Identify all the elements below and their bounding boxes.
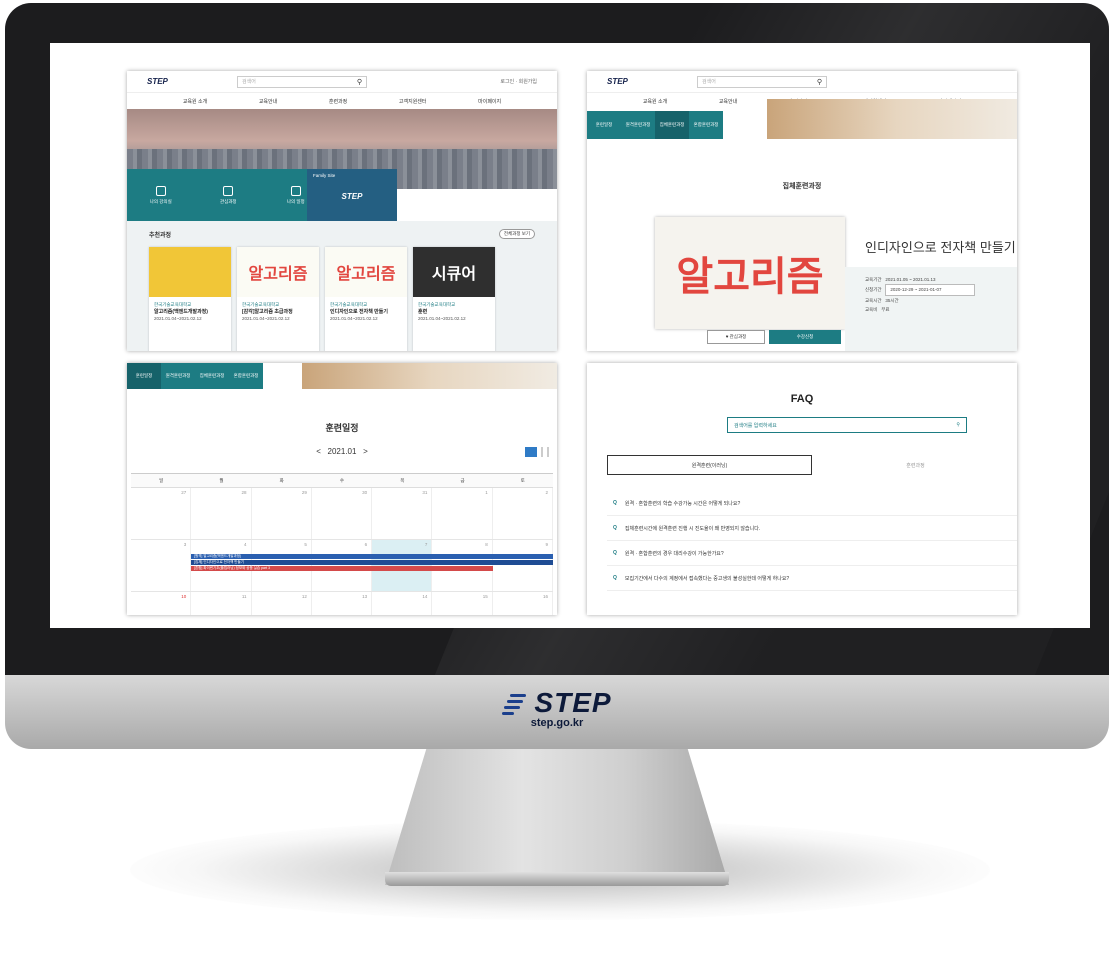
question-icon: Q <box>613 575 617 581</box>
current-month: 2021.01 <box>327 447 357 456</box>
tab-schedule[interactable]: 훈련일정 <box>127 363 161 389</box>
step-logo-icon <box>502 690 528 716</box>
calendar-week: 10 11 12 13 14 15 16 <box>131 592 553 615</box>
course-card[interactable]: 한국기술교육대학교 알고리즘(백엔드개발과정) 2021.01.04~2021.02… <box>149 247 231 351</box>
prev-month-button[interactable]: < <box>316 447 321 456</box>
nav-item[interactable]: 교육안내 <box>719 98 737 105</box>
sub-tabs: 훈련일정 원격훈련과정 집체훈련과정 혼합훈련과정 <box>587 111 723 139</box>
banner-image <box>767 99 1017 139</box>
search-input[interactable]: 검색어 ⚲ <box>237 75 367 88</box>
nav-item[interactable]: 고객지원센터 <box>399 98 427 105</box>
month-navigator: < 2021.01 > <box>127 447 557 456</box>
schedule-panel: 훈련일정 원격훈련과정 집체훈련과정 혼합훈련과정 훈련일정 < 2021.01… <box>127 363 557 615</box>
bookmark-icon <box>223 185 234 196</box>
site-logo[interactable]: STEP <box>147 77 237 86</box>
monitor-mockup: STEP 검색어 ⚲ 로그인 · 회원가입 교육원 소개 교육안내 훈련과정 고… <box>0 0 1114 954</box>
tab-course-faq[interactable]: 훈련과정 <box>814 455 1017 475</box>
nav-item[interactable]: 교육원 소개 <box>183 98 207 105</box>
course-thumbnail: 시큐어 <box>413 247 495 297</box>
tab-online[interactable]: 원격훈련과정 <box>621 111 655 139</box>
tab-blended[interactable]: 혼합훈련과정 <box>689 111 723 139</box>
tab-online[interactable]: 원격훈련과정 <box>161 363 195 389</box>
sub-tabs: 훈련일정 원격훈련과정 집체훈련과정 혼합훈련과정 <box>127 363 263 389</box>
more-button[interactable]: 전체과정 보기 <box>498 229 535 239</box>
section-title: 추천과정 <box>149 232 172 239</box>
course-thumbnail: 알고리즘 <box>325 247 407 297</box>
nav-item[interactable]: 교육안내 <box>259 98 277 105</box>
course-thumbnail: 알고리즘 <box>655 217 845 329</box>
faq-item[interactable]: Q 모집기간에서 다수의 계정에서 접속했다는 중고생의 불성실한데 어떻게 하나… <box>607 566 1017 591</box>
tab-blended[interactable]: 혼합훈련과정 <box>229 363 263 389</box>
tab-online-faq[interactable]: 원격훈련(이러닝) <box>607 455 812 475</box>
page-title: FAQ <box>790 393 814 405</box>
step-url: step.go.kr <box>530 717 584 729</box>
course-card[interactable]: 시큐어 한국기술교육대학교 훈련 2021.01.04~2021.02.12 <box>413 247 495 351</box>
home-page-panel: STEP 검색어 ⚲ 로그인 · 회원가입 교육원 소개 교육안내 훈련과정 고… <box>127 71 557 351</box>
faq-item[interactable]: Q 집체훈련시간에 원격훈련 진행 시 진도율이 왜 반영되지 않습니다. <box>607 516 1017 541</box>
page-title: 훈련일정 <box>325 423 359 433</box>
course-info: 교육기간 2021.01.05 ~ 2021.01.13 신청기간 2020-1… <box>845 267 1017 351</box>
quick-item[interactable]: 관심과정 <box>195 169 263 221</box>
calendar-week: 3456789 [원격] 알고리즘(백엔드개발과정) [집체] 인디자인으로 전… <box>131 540 553 592</box>
faq-search-input[interactable]: 검색어를 입력하세요 ⚲ <box>727 417 967 433</box>
nav-item[interactable]: 교육원 소개 <box>643 98 667 105</box>
quick-item[interactable]: 나의 강의실 <box>127 169 195 221</box>
search-input[interactable]: 검색어 ⚲ <box>697 75 827 88</box>
monitor-stand <box>385 749 729 885</box>
monitor-chin: STEP step.go.kr <box>5 675 1109 749</box>
monitor-base <box>385 872 729 886</box>
tab-offline[interactable]: 집체훈련과정 <box>655 111 689 139</box>
calendar-week: 27 28 29 30 31 1 2 <box>131 488 553 540</box>
page-title: 집체훈련과정 <box>782 183 822 190</box>
faq-tabs: 원격훈련(이러닝) 훈련과정 <box>607 455 1017 475</box>
nav-item[interactable]: 훈련과정 <box>329 98 347 105</box>
apply-button[interactable]: 수강신청 <box>769 330 841 344</box>
favorite-button[interactable]: ♥ 관심과정 <box>707 330 765 344</box>
calendar-event[interactable]: [집체] 인디자인으로 전자책 만들기 <box>191 560 553 565</box>
question-icon: Q <box>613 500 617 506</box>
next-month-button[interactable]: > <box>363 447 368 456</box>
recommended-section: 추천과정 전체과정 보기 한국기술교육대학교 알고리즘(백엔드개발과정) 2021.… <box>127 221 557 351</box>
calendar: 일월화수목금토 27 28 29 30 31 1 2 3456789 [원격] 알고리즘(백… <box>131 473 553 615</box>
calendar-icon <box>290 185 301 196</box>
search-icon[interactable]: ⚲ <box>357 78 362 86</box>
course-card[interactable]: 알고리즘 한국기술교육대학교 [감각]알고리즘 초급과정 2021.01.04~20… <box>237 247 319 351</box>
course-card[interactable]: 알고리즘 한국기술교육대학교 인디자인으로 전자책 만들기 2021.01.04~2… <box>325 247 407 351</box>
faq-item[interactable]: Q 원격 · 혼합훈련의 학습 수강가능 시간은 어떻게 되나요? <box>607 491 1017 516</box>
screen: STEP 검색어 ⚲ 로그인 · 회원가입 교육원 소개 교육안내 훈련과정 고… <box>50 43 1090 628</box>
faq-list: Q 원격 · 혼합훈련의 학습 수강가능 시간은 어떻게 되나요? Q 집체훈련시간… <box>607 491 1017 591</box>
classroom-icon <box>155 185 166 196</box>
nav-item[interactable]: 마이페이지 <box>478 98 501 105</box>
course-detail-panel: STEP 검색어 ⚲ 교육원 소개 교육안내 훈련과정 고객지원센터 마이페이지 <box>587 71 1017 351</box>
step-logo: STEP step.go.kr <box>5 687 1109 729</box>
family-site-box[interactable]: Family Site STEP <box>307 169 397 221</box>
site-logo[interactable]: STEP <box>607 77 697 86</box>
course-thumbnail: 알고리즘 <box>237 247 319 297</box>
calendar-event[interactable]: [원격] 알고리즘(백엔드개발과정) <box>191 554 553 559</box>
main-nav: 교육원 소개 교육안내 훈련과정 고객지원센터 마이페이지 <box>127 93 557 109</box>
banner-image <box>302 363 557 389</box>
period-select[interactable]: 2020-12-29 ~ 2021-01-07 <box>885 284 976 296</box>
tab-offline[interactable]: 집체훈련과정 <box>195 363 229 389</box>
course-thumbnail <box>149 247 231 297</box>
login-links[interactable]: 로그인 · 회원가입 <box>500 78 537 85</box>
faq-panel: FAQ 검색어를 입력하세요 ⚲ 원격훈련(이러닝) 훈련과정 Q 원격 · 혼합… <box>587 363 1017 615</box>
header: STEP 검색어 ⚲ 로그인 · 회원가입 <box>127 71 557 93</box>
question-icon: Q <box>613 525 617 531</box>
course-name: 인디자인으로 전자책 만들기 <box>865 240 1016 255</box>
monitor-bezel: STEP 검색어 ⚲ 로그인 · 회원가입 교육원 소개 교육안내 훈련과정 고… <box>5 3 1109 675</box>
question-icon: Q <box>613 550 617 556</box>
search-icon[interactable]: ⚲ <box>817 78 822 86</box>
calendar-event[interactable]: [혼합] 파이썬기초(플립러닝) 정보와 상품 실습 part 3 <box>191 566 493 571</box>
tab-schedule[interactable]: 훈련일정 <box>587 111 621 139</box>
faq-item[interactable]: Q 원격 · 혼합훈련의 경우 대리수강이 가능한가요? <box>607 541 1017 566</box>
header: STEP 검색어 ⚲ <box>587 71 1017 93</box>
list-view-icon[interactable] <box>541 447 549 457</box>
calendar-view-icon[interactable] <box>525 447 537 457</box>
search-icon[interactable]: ⚲ <box>956 422 960 428</box>
